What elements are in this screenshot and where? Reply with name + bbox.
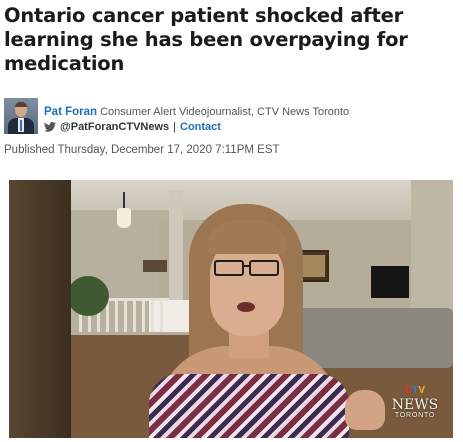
author-title: Consumer Alert Videojournalist, CTV News…	[100, 106, 350, 118]
author-name-link[interactable]: Pat Foran	[44, 106, 97, 118]
article-headline: Ontario cancer patient shocked after lea…	[4, 4, 408, 75]
twitter-handle-link[interactable]: @PatForanCTVNews	[60, 121, 169, 133]
twitter-bird-icon[interactable]	[44, 122, 56, 132]
byline-social-line: @PatForanCTVNews | Contact	[44, 121, 221, 133]
pendant-lamp	[117, 208, 131, 228]
watermark-city: TORONTO	[394, 412, 436, 419]
author-avatar[interactable]	[4, 98, 38, 134]
byline-author-line: Pat Foran Consumer Alert Videojournalist…	[44, 106, 349, 118]
ctv-news-watermark: CTV NEWS TORONTO	[380, 380, 450, 419]
byline-separator: |	[173, 121, 176, 133]
contact-link[interactable]: Contact	[180, 121, 221, 133]
ctv-logo-icon: CTV	[404, 385, 425, 396]
video-player[interactable]: CTV NEWS TORONTO	[9, 180, 453, 438]
watermark-brand: NEWS	[391, 397, 439, 413]
published-date: Published Thursday, December 17, 2020 7:…	[4, 144, 280, 156]
